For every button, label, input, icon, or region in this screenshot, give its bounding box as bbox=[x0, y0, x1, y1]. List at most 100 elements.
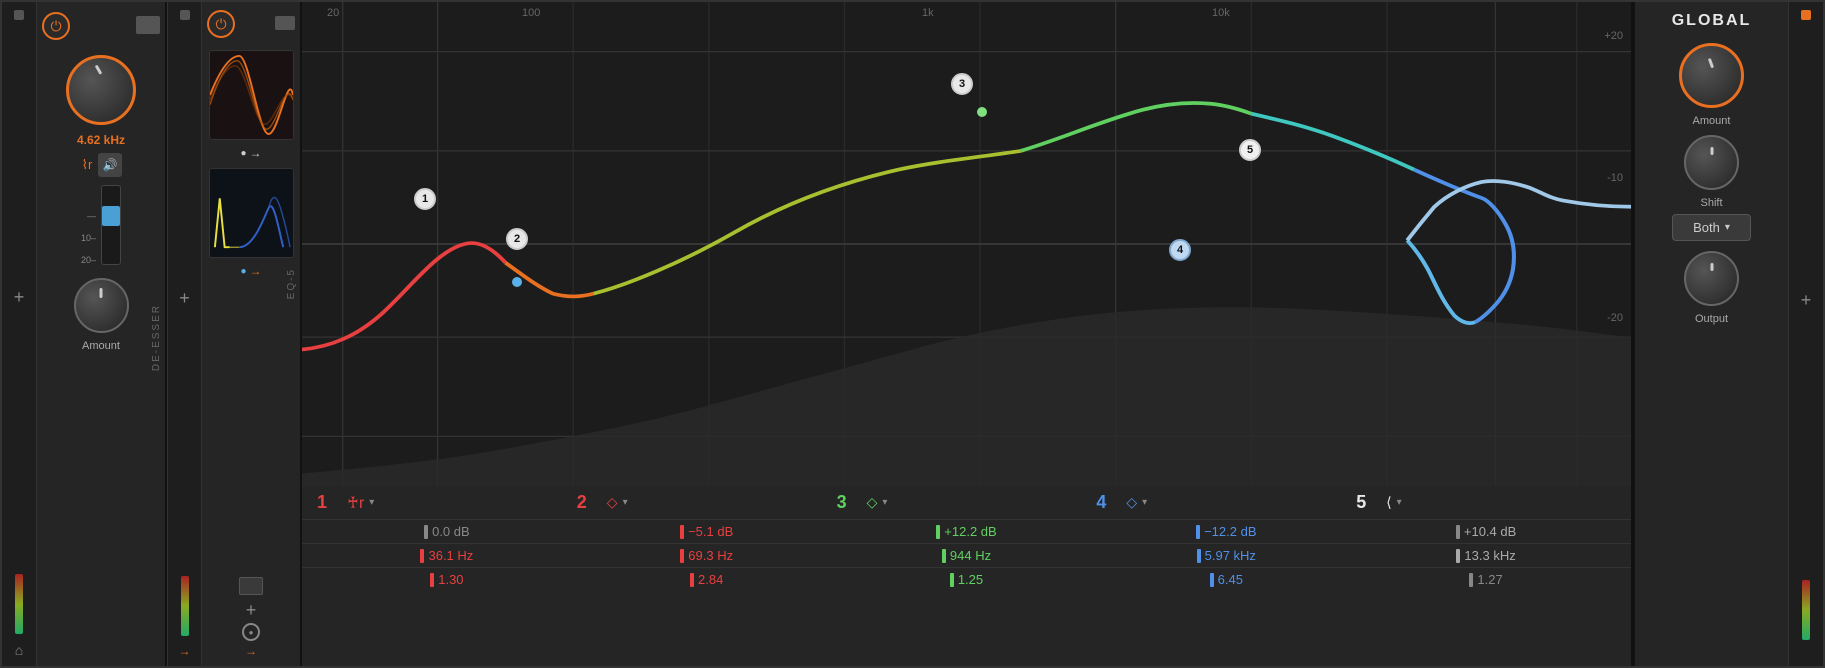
band-4-shape[interactable]: ◇ bbox=[1126, 494, 1137, 511]
eq-node-dot-2[interactable] bbox=[512, 277, 522, 287]
fader-thumb[interactable] bbox=[102, 206, 120, 226]
band-4-db-meter bbox=[1196, 525, 1200, 539]
band-3-db-meter bbox=[936, 525, 940, 539]
band-2-freq[interactable]: 69.3 Hz bbox=[688, 548, 733, 563]
eq-node-4[interactable]: 4 bbox=[1169, 239, 1191, 261]
eq5-add-btn[interactable]: + bbox=[241, 600, 261, 620]
global-shift-knob[interactable] bbox=[1684, 135, 1739, 190]
band-2-dropdown[interactable]: ▾ bbox=[623, 497, 628, 508]
band-4-freq-meter bbox=[1197, 549, 1201, 563]
deesser-speaker-btn[interactable]: 🔊 bbox=[98, 153, 122, 177]
eq5-power-btn[interactable]: ⏻ bbox=[207, 10, 235, 38]
band-3-db[interactable]: +12.2 dB bbox=[944, 524, 996, 539]
global-amount-label: Amount bbox=[1693, 115, 1731, 127]
band-1-dropdown[interactable]: ▾ bbox=[369, 497, 374, 508]
band-3-shape[interactable]: ◇ bbox=[867, 494, 878, 511]
deesser-folder-btn[interactable] bbox=[136, 16, 160, 34]
fader-track[interactable] bbox=[101, 185, 121, 265]
band-4-header: 4 ◇ ▾ bbox=[1096, 492, 1356, 513]
band-5-freq[interactable]: 13.3 kHz bbox=[1464, 548, 1515, 563]
deesser-amount-label: Amount bbox=[82, 340, 120, 352]
eq-node-5[interactable]: 5 bbox=[1239, 139, 1261, 161]
band-4-freq[interactable]: 5.97 kHz bbox=[1205, 548, 1256, 563]
eq5-top-arrow[interactable]: ● → bbox=[240, 146, 261, 160]
band-5-dropdown[interactable]: ▾ bbox=[1397, 497, 1402, 508]
plugin-container: + ⌂ ⏻ 4.62 kHz ⌇r 🔊 — 10– 20– bbox=[0, 0, 1825, 668]
eq5-bottom-arrow[interactable]: ● → bbox=[240, 264, 261, 278]
band-5-q-meter bbox=[1469, 573, 1473, 587]
global-both-btn[interactable]: Both ▾ bbox=[1672, 214, 1751, 241]
eq-node-1[interactable]: 1 bbox=[414, 188, 436, 210]
deesser-amount-knob[interactable] bbox=[74, 278, 129, 333]
band-1-q-meter bbox=[430, 573, 434, 587]
eq5-window-btn[interactable] bbox=[239, 577, 263, 595]
eq5-top-display bbox=[209, 50, 294, 140]
band-5-shape[interactable]: ⟨ bbox=[1386, 494, 1391, 511]
band-5-num[interactable]: 5 bbox=[1356, 492, 1381, 513]
right-add-btn[interactable]: + bbox=[1796, 290, 1816, 310]
band-2-shape[interactable]: ◇ bbox=[607, 494, 618, 511]
fader-labels: — 10– 20– bbox=[81, 211, 96, 265]
band-1-q[interactable]: 1.30 bbox=[438, 572, 463, 587]
band-5-db[interactable]: +10.4 dB bbox=[1464, 524, 1516, 539]
filter-controls: ⌇r 🔊 bbox=[80, 153, 123, 177]
band-4-db[interactable]: −12.2 dB bbox=[1204, 524, 1256, 539]
band-3-num[interactable]: 3 bbox=[837, 492, 862, 513]
global-title: GLOBAL bbox=[1672, 12, 1752, 30]
band-1-num[interactable]: 1 bbox=[317, 492, 342, 513]
eq5-folder-btn[interactable] bbox=[275, 16, 295, 30]
band-4-q-meter bbox=[1210, 573, 1214, 587]
right-meter bbox=[1802, 580, 1810, 640]
eq-main: 20 100 1k 10k +20 -10 -20 bbox=[302, 2, 1633, 666]
global-shift-label: Shift bbox=[1700, 197, 1722, 209]
global-output-knob[interactable] bbox=[1684, 251, 1739, 306]
band-3-q[interactable]: 1.25 bbox=[958, 572, 983, 587]
band-2-q[interactable]: 2.84 bbox=[698, 572, 723, 587]
freq-row: 36.1 Hz 69.3 Hz 944 Hz 5.97 kHz 13.3 kHz bbox=[302, 544, 1631, 568]
eq-node-dot-3[interactable] bbox=[977, 107, 987, 117]
band-2-db[interactable]: −5.1 dB bbox=[688, 524, 733, 539]
band-2-db-meter bbox=[680, 525, 684, 539]
deesser-knob[interactable] bbox=[66, 55, 136, 125]
band-2-q-meter bbox=[690, 573, 694, 587]
eq-node-2[interactable]: 2 bbox=[506, 228, 528, 250]
deesser-power-btn[interactable]: ⏻ bbox=[42, 12, 70, 40]
band-1-shape[interactable]: ♰r bbox=[347, 493, 364, 513]
eq-node-3[interactable]: 3 bbox=[951, 73, 973, 95]
right-indicator-orange bbox=[1801, 10, 1811, 20]
eq5-arrow-out[interactable]: → bbox=[245, 644, 257, 658]
band-4-q[interactable]: 6.45 bbox=[1218, 572, 1243, 587]
eq5-panel: ⏻ ● → ● → bbox=[202, 2, 302, 666]
band-3-freq-meter bbox=[942, 549, 946, 563]
left-meter bbox=[15, 574, 23, 634]
db-row: 0.0 dB −5.1 dB +12.2 dB −12.2 dB +10.4 d… bbox=[302, 520, 1631, 544]
band-5-freq-meter bbox=[1456, 549, 1460, 563]
band-1-db[interactable]: 0.0 dB bbox=[432, 524, 470, 539]
global-amount-knob[interactable] bbox=[1679, 43, 1744, 108]
band-3-header: 3 ◇ ▾ bbox=[837, 492, 1097, 513]
eq-controls: 1 ♰r ▾ 2 ◇ ▾ 3 ◇ ▾ 4 bbox=[302, 486, 1631, 666]
band-4-dropdown[interactable]: ▾ bbox=[1142, 497, 1147, 508]
eq-display[interactable]: 20 100 1k 10k +20 -10 -20 bbox=[302, 2, 1631, 486]
fader-section: — 10– 20– bbox=[81, 185, 121, 265]
eq5-circle-btn[interactable]: ● bbox=[242, 623, 260, 641]
band-header-row: 1 ♰r ▾ 2 ◇ ▾ 3 ◇ ▾ 4 bbox=[302, 486, 1631, 520]
deesser-panel: ⏻ 4.62 kHz ⌇r 🔊 — 10– 20– Amount DE-ESSE… bbox=[37, 2, 167, 666]
band-2-num[interactable]: 2 bbox=[577, 492, 602, 513]
band-2-freq-meter bbox=[680, 549, 684, 563]
deesser-freq-label: 4.62 kHz bbox=[77, 133, 125, 147]
right-deesser-indicator bbox=[180, 10, 190, 20]
left-add-btn[interactable]: + bbox=[9, 287, 29, 307]
band-5-q[interactable]: 1.27 bbox=[1477, 572, 1502, 587]
band-1-db-meter bbox=[424, 525, 428, 539]
right-deesser-key[interactable]: → bbox=[179, 644, 191, 658]
band-3-dropdown[interactable]: ▾ bbox=[882, 497, 887, 508]
band-3-freq[interactable]: 944 Hz bbox=[950, 548, 991, 563]
left-key-icon[interactable]: ⌂ bbox=[15, 642, 23, 658]
band-1-freq[interactable]: 36.1 Hz bbox=[428, 548, 473, 563]
right-deesser-meter bbox=[181, 576, 189, 636]
right-deesser-add-btn[interactable]: + bbox=[175, 288, 195, 308]
filter-slope-icon[interactable]: ⌇r bbox=[80, 155, 95, 175]
band-1-freq-meter bbox=[420, 549, 424, 563]
band-4-num[interactable]: 4 bbox=[1096, 492, 1121, 513]
